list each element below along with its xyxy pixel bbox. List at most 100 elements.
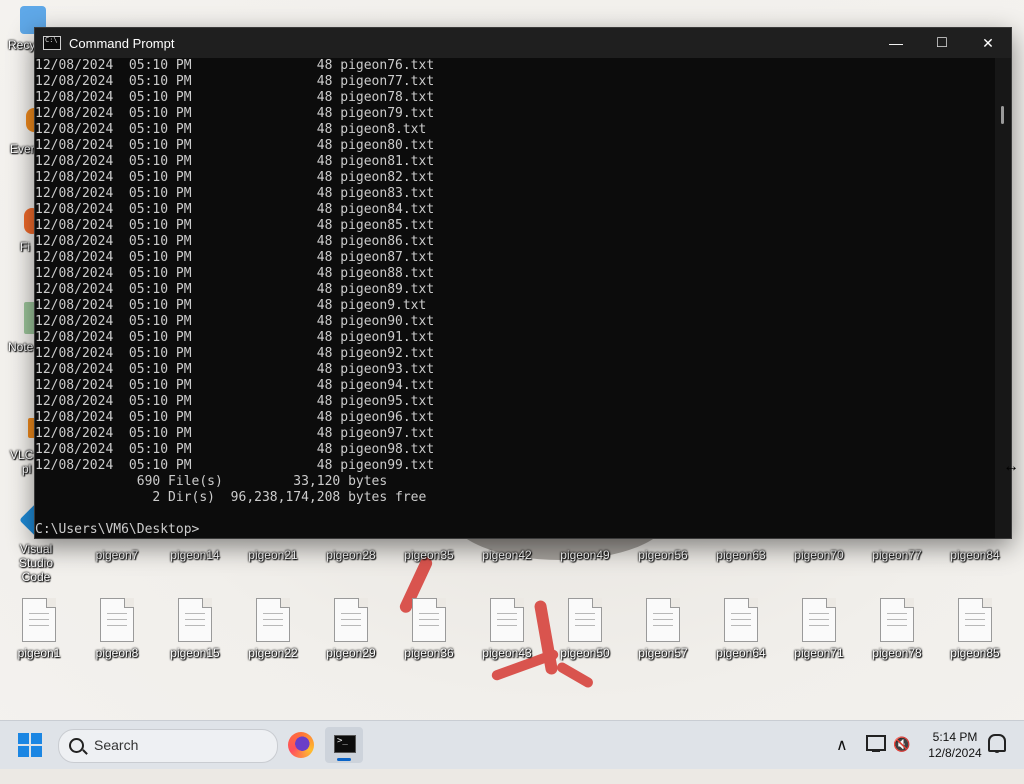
file-line bbox=[419, 625, 439, 626]
taskbar-command-prompt-button[interactable] bbox=[325, 727, 363, 763]
show-hidden-icons-chevron-icon[interactable]: ∧ bbox=[836, 735, 848, 783]
taskbar-search-box[interactable]: Search bbox=[58, 729, 278, 763]
text-file-icon bbox=[802, 598, 836, 642]
console-line: 12/08/2024 05:10 PM 48 pigeon86.txt bbox=[35, 234, 435, 249]
desktop-file-icon[interactable]: pigeon15 bbox=[160, 598, 230, 678]
desktop-icon-label: pigeon21 bbox=[248, 548, 298, 562]
file-line bbox=[809, 619, 829, 620]
file-line bbox=[731, 613, 751, 614]
console-line: 12/08/2024 05:10 PM 48 pigeon9.txt bbox=[35, 298, 427, 313]
desktop-icon-label: pigeon29 bbox=[326, 646, 376, 660]
desktop-icon-label: pigeon28 bbox=[326, 548, 376, 562]
desktop-file-icon[interactable]: pigeon8 bbox=[82, 598, 152, 678]
minimize-button[interactable]: — bbox=[873, 28, 919, 58]
desktop-icon-label: pigeon84 bbox=[950, 548, 1000, 562]
text-file-icon bbox=[100, 598, 134, 642]
desktop-icon-label: pigeon43 bbox=[482, 646, 532, 660]
text-file-icon bbox=[724, 598, 758, 642]
console-line: C:\Users\VM6\Desktop> bbox=[35, 522, 200, 537]
desktop-icon-label: pigeon42 bbox=[482, 548, 532, 562]
file-line bbox=[575, 613, 595, 614]
text-file-icon bbox=[412, 598, 446, 642]
file-line bbox=[809, 625, 829, 626]
console-line: 12/08/2024 05:10 PM 48 pigeon87.txt bbox=[35, 250, 435, 265]
start-button[interactable] bbox=[18, 733, 42, 757]
clock-date: 12/8/2024 bbox=[928, 746, 982, 760]
file-line bbox=[653, 619, 673, 620]
file-line bbox=[575, 625, 595, 626]
desktop-file-icon[interactable]: pigeon78 bbox=[862, 598, 932, 678]
command-prompt-window[interactable]: Command Prompt — □ ✕ 12/08/2024 05:10 PM… bbox=[34, 27, 1012, 539]
file-line bbox=[419, 613, 439, 614]
console-line: 12/08/2024 05:10 PM 48 pigeon96.txt bbox=[35, 410, 435, 425]
desktop-file-icon[interactable]: pigeon50 bbox=[550, 598, 620, 678]
file-line bbox=[29, 619, 49, 620]
file-line bbox=[731, 625, 751, 626]
file-line bbox=[887, 625, 907, 626]
maximize-button[interactable]: □ bbox=[919, 28, 965, 58]
desktop-icon-label: pigeon36 bbox=[404, 646, 454, 660]
notification-bell-icon[interactable] bbox=[988, 734, 1006, 753]
console-line: 12/08/2024 05:10 PM 48 pigeon90.txt bbox=[35, 314, 435, 329]
desktop-icon-label: pigeon15 bbox=[170, 646, 220, 660]
console-line: 12/08/2024 05:10 PM 48 pigeon82.txt bbox=[35, 170, 435, 185]
file-line bbox=[107, 625, 127, 626]
desktop-icon-label: pigeon64 bbox=[716, 646, 766, 660]
desktop-icon-label: pigeon78 bbox=[872, 646, 922, 660]
console-line: 12/08/2024 05:10 PM 48 pigeon94.txt bbox=[35, 378, 435, 393]
desktop-file-icon[interactable]: pigeon36 bbox=[394, 598, 464, 678]
file-line bbox=[29, 613, 49, 614]
console-line: 12/08/2024 05:10 PM 48 pigeon88.txt bbox=[35, 266, 435, 281]
desktop-file-icon[interactable]: pigeon57 bbox=[628, 598, 698, 678]
file-line bbox=[887, 619, 907, 620]
window-titlebar[interactable]: Command Prompt — □ ✕ bbox=[35, 28, 1011, 58]
file-line bbox=[185, 619, 205, 620]
desktop-icon-label: pigeon22 bbox=[248, 646, 298, 660]
console-line: 12/08/2024 05:10 PM 48 pigeon97.txt bbox=[35, 426, 435, 441]
console-line: 12/08/2024 05:10 PM 48 pigeon98.txt bbox=[35, 442, 435, 457]
desktop-file-icon[interactable]: pigeon1 bbox=[4, 598, 74, 678]
desktop-icon-label: pigeon35 bbox=[404, 548, 454, 562]
desktop-file-icon[interactable]: pigeon29 bbox=[316, 598, 386, 678]
desktop-icon-label: pigeon49 bbox=[560, 548, 610, 562]
console-line: 12/08/2024 05:10 PM 48 pigeon8.txt bbox=[35, 122, 427, 137]
text-file-icon bbox=[178, 598, 212, 642]
active-app-indicator bbox=[337, 758, 351, 761]
volume-muted-icon[interactable]: 🔇 bbox=[893, 736, 910, 784]
file-line bbox=[965, 619, 985, 620]
search-placeholder: Search bbox=[94, 737, 139, 753]
desktop-file-icon[interactable]: pigeon64 bbox=[706, 598, 776, 678]
desktop-file-icon[interactable]: pigeon43 bbox=[472, 598, 542, 678]
taskbar-firefox-icon[interactable] bbox=[288, 732, 314, 758]
taskbar-clock[interactable]: 5:14 PM 12/8/2024 bbox=[922, 729, 988, 761]
windows-logo-pane bbox=[18, 746, 29, 757]
file-line bbox=[263, 625, 283, 626]
desktop-file-icon[interactable]: pigeon22 bbox=[238, 598, 308, 678]
close-button[interactable]: ✕ bbox=[965, 28, 1011, 58]
file-line bbox=[887, 613, 907, 614]
console-line: 12/08/2024 05:10 PM 48 pigeon89.txt bbox=[35, 282, 435, 297]
desktop-file-icon[interactable]: pigeon71 bbox=[784, 598, 854, 678]
console-line: 12/08/2024 05:10 PM 48 pigeon84.txt bbox=[35, 202, 435, 217]
file-line bbox=[341, 619, 361, 620]
desktop-file-icon[interactable]: pigeon85 bbox=[940, 598, 1010, 678]
text-file-icon bbox=[958, 598, 992, 642]
file-line bbox=[653, 625, 673, 626]
network-icon[interactable] bbox=[866, 735, 886, 752]
command-prompt-icon bbox=[334, 735, 356, 753]
console-line: 12/08/2024 05:10 PM 48 pigeon92.txt bbox=[35, 346, 435, 361]
file-line bbox=[497, 613, 517, 614]
windows-logo-pane bbox=[31, 733, 42, 744]
text-file-icon bbox=[880, 598, 914, 642]
clock-time: 5:14 PM bbox=[932, 730, 978, 744]
scrollbar-thumb[interactable] bbox=[1001, 106, 1004, 124]
text-file-icon bbox=[334, 598, 368, 642]
text-file-icon bbox=[568, 598, 602, 642]
file-line bbox=[107, 613, 127, 614]
resize-cursor-icon: ↔ bbox=[1003, 458, 1019, 475]
desktop-icon-label: pigeon70 bbox=[794, 548, 844, 562]
console-output[interactable]: 12/08/2024 05:10 PM 48 pigeon76.txt 12/08… bbox=[35, 58, 995, 538]
desktop-icon-label: pigeon14 bbox=[170, 548, 220, 562]
file-line bbox=[263, 619, 283, 620]
